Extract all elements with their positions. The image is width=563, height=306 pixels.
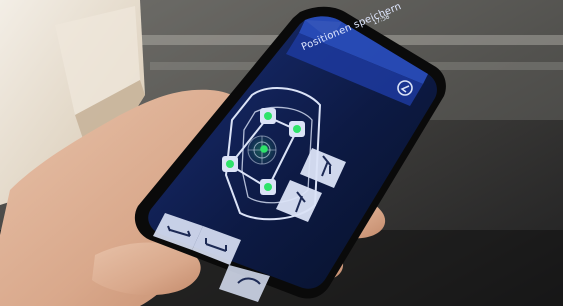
level-icon xyxy=(246,134,278,166)
photo-scene xyxy=(0,0,563,306)
photo-frame: 17:58 Positionen speichern xyxy=(0,0,563,306)
